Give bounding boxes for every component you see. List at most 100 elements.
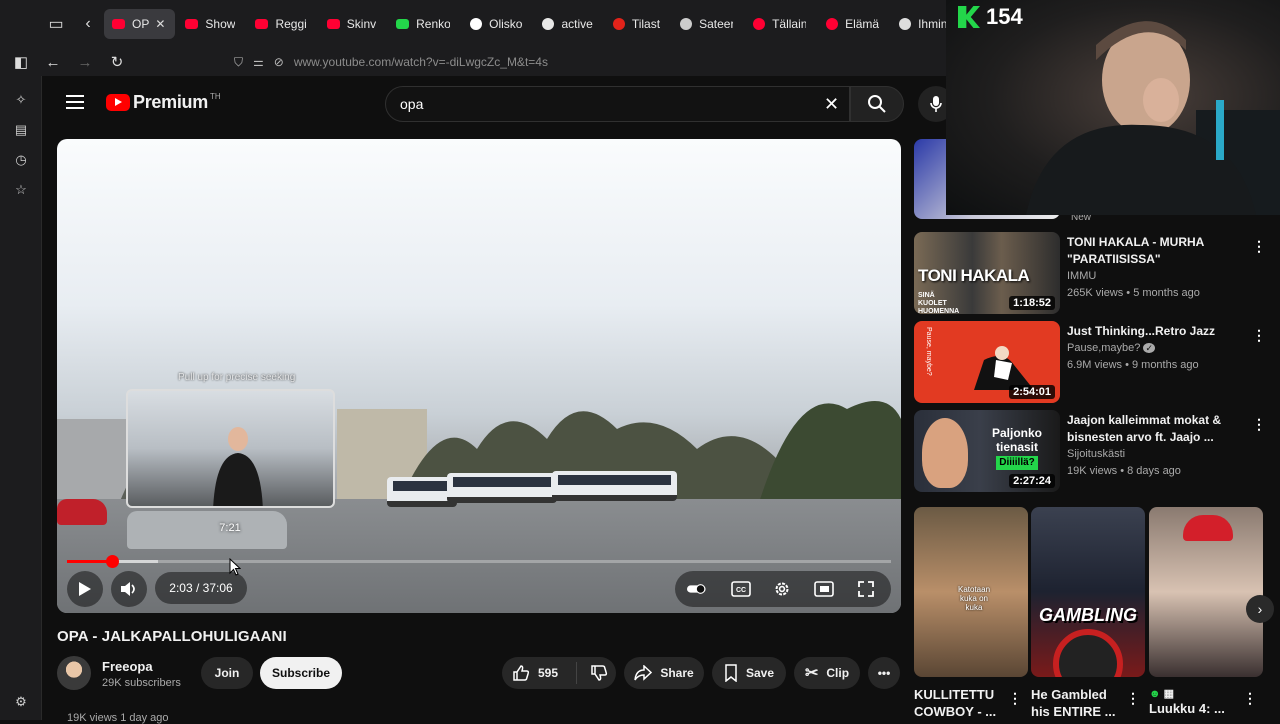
fullscreen-button[interactable] — [856, 580, 876, 598]
short-thumbnail-text: GAMBLING — [1039, 605, 1137, 625]
play-button[interactable] — [67, 571, 103, 607]
recommendation-thumbnail[interactable]: Pause, maybe? 2:54:01 — [914, 321, 1060, 403]
shorts-next-button[interactable]: › — [1246, 595, 1274, 623]
search-input[interactable]: opa — [385, 86, 850, 122]
captions-button[interactable]: CC — [731, 580, 751, 598]
tab-favicon-icon — [255, 19, 269, 29]
subscribe-button[interactable]: Subscribe — [260, 657, 342, 689]
browser-tab[interactable]: Reggi — [247, 9, 316, 39]
short-title[interactable]: He Gambled his ENTIRE ... — [1031, 686, 1129, 720]
like-button[interactable]: 595 — [512, 664, 558, 682]
player-right-controls: CC — [675, 571, 891, 607]
shield-icon[interactable]: ⛉ — [234, 55, 243, 70]
join-label: Join — [214, 666, 240, 680]
short-thumbnail[interactable]: Katotaan kuka on kuka — [914, 507, 1028, 677]
thumbs-up-icon — [513, 665, 530, 681]
tab-overview-icon[interactable]: ▭ — [40, 9, 72, 39]
browser-tab[interactable]: Skinv — [319, 9, 386, 39]
url-field[interactable]: ⛉ ⚌ ⊘ www.youtube.com/watch?v=-diLwgcZc_… — [234, 52, 548, 72]
more-vertical-icon[interactable]: ⋮ — [1126, 690, 1140, 707]
tab-label: Skinv — [346, 17, 377, 31]
recommendation-item[interactable]: Pause, maybe? 2:54:01 Just Thinking...Re… — [914, 321, 1266, 403]
video-frame-bus — [552, 471, 677, 501]
browser-tab[interactable]: Show — [177, 9, 245, 39]
more-vertical-icon[interactable]: ⋮ — [1252, 327, 1266, 344]
channel-avatar[interactable] — [57, 656, 91, 690]
recommendation-item[interactable]: TONI HAKALA SINÄ KUOLET HUOMENNA 1:18:52… — [914, 232, 1266, 314]
recommendation-channel[interactable]: Sijoituskästi — [1067, 448, 1125, 460]
browser-tab[interactable]: Elämä — [818, 9, 889, 39]
recommendation-thumbnail[interactable]: TONI HAKALA SINÄ KUOLET HUOMENNA 1:18:52 — [914, 232, 1060, 314]
browser-sidebar: ✧ ▤ ◷ ☆ ⚙ — [0, 76, 42, 720]
progress-bar[interactable] — [67, 555, 891, 568]
video-duration: 1:18:52 — [1009, 296, 1055, 310]
short-thumbnail[interactable]: GAMBLING — [1031, 507, 1145, 677]
search-value[interactable]: opa — [400, 96, 423, 112]
recommendation-channel[interactable]: Pause,maybe? ✓ — [1067, 342, 1155, 354]
browser-tab[interactable]: Tällain — [745, 9, 816, 39]
bookmark-icon — [725, 664, 737, 682]
kick-viewer-badge: 154 — [958, 4, 1023, 30]
autoplay-toggle-icon — [687, 584, 706, 594]
tab-label: Tilast — [631, 17, 661, 31]
short-thumbnail[interactable] — [1149, 507, 1263, 677]
settings-button[interactable] — [772, 580, 792, 598]
recommendation-title[interactable]: Jaajon kalleimmat mokat & bisnesten arvo… — [1067, 412, 1247, 446]
more-vertical-icon[interactable]: ⋮ — [1252, 416, 1266, 433]
short-title-text: Luukku 4: ... — [1149, 701, 1225, 716]
tab-label: Tällain — [772, 17, 807, 31]
theater-mode-button[interactable] — [814, 580, 834, 598]
recommendation-item[interactable]: Paljonko tienasit Diiiillä? 2:27:24 Jaaj… — [914, 410, 1266, 492]
browser-tab[interactable]: Tilast — [605, 9, 670, 39]
bookmarks-icon[interactable]: ☆ — [13, 182, 29, 198]
more-vertical-icon[interactable]: ⋮ — [1008, 690, 1022, 707]
browser-tab[interactable]: OP ✕ — [104, 9, 176, 39]
hamburger-menu-icon[interactable] — [66, 95, 84, 109]
share-button[interactable]: Share — [624, 657, 704, 689]
tab-favicon-icon — [396, 19, 410, 29]
tab-label: Elämä — [845, 17, 880, 31]
history-icon[interactable]: ◷ — [13, 152, 29, 168]
ai-sparkle-icon[interactable]: ✧ — [13, 92, 29, 108]
autoplay-toggle[interactable] — [687, 580, 707, 598]
sidebar-toggle-icon[interactable]: ◧ — [5, 48, 37, 76]
time-display: 2:03 / 37:06 — [155, 572, 247, 604]
recommendation-title[interactable]: TONI HAKALA - MURHA "PARATIISISSA" — [1067, 234, 1247, 268]
back-button[interactable]: ← — [37, 48, 69, 76]
dislike-button[interactable] — [590, 664, 608, 682]
tracking-off-icon[interactable]: ⊘ — [274, 55, 284, 69]
short-title[interactable]: KULLITETTU COWBOY - ... — [914, 686, 1012, 720]
more-vertical-icon[interactable]: ⋮ — [1243, 690, 1257, 707]
short-emoji-icons: ☻ ▦ — [1149, 688, 1175, 700]
browser-tab[interactable]: active — [534, 9, 602, 39]
recommendation-thumbnail[interactable]: Paljonko tienasit Diiiillä? 2:27:24 — [914, 410, 1060, 492]
volume-icon — [121, 582, 135, 596]
theater-icon — [814, 581, 834, 597]
youtube-premium-logo[interactable]: Premium TH — [106, 92, 221, 113]
more-vertical-icon[interactable]: ⋮ — [1252, 238, 1266, 255]
reading-list-icon[interactable]: ▤ — [13, 122, 29, 138]
search-button[interactable] — [850, 86, 904, 122]
reload-button[interactable]: ↻ — [101, 48, 133, 76]
recommendation-channel[interactable]: IMMU — [1067, 270, 1096, 282]
channel-name[interactable]: Freeopa — [102, 659, 153, 674]
subscriber-count: 29K subscribers — [102, 677, 181, 689]
more-actions-button[interactable]: ••• — [868, 657, 900, 689]
browser-tab[interactable]: Sateer — [672, 9, 743, 39]
clear-search-icon[interactable]: ✕ — [824, 94, 839, 115]
short-title[interactable]: ☻ ▦ Luukku 4: ... — [1149, 686, 1239, 717]
browser-tab[interactable]: Renko — [388, 9, 460, 39]
recommendation-title[interactable]: Just Thinking...Retro Jazz — [1067, 323, 1247, 340]
close-tab-icon[interactable]: ✕ — [155, 17, 165, 31]
site-settings-icon[interactable]: ⚌ — [253, 55, 264, 69]
join-button[interactable]: Join — [201, 657, 253, 689]
browser-tab[interactable]: Olisko — [462, 9, 532, 39]
url-text[interactable]: www.youtube.com/watch?v=-diLwgcZc_M&t=4s — [294, 55, 548, 69]
mute-button[interactable] — [111, 571, 147, 607]
save-button[interactable]: Save — [712, 657, 786, 689]
settings-icon[interactable]: ⚙ — [13, 694, 29, 710]
forward-button[interactable]: → — [69, 48, 101, 76]
clip-button[interactable]: ✂ Clip — [794, 657, 860, 689]
tab-scroll-left-icon[interactable]: ‹ — [72, 9, 104, 39]
share-icon — [634, 665, 653, 681]
